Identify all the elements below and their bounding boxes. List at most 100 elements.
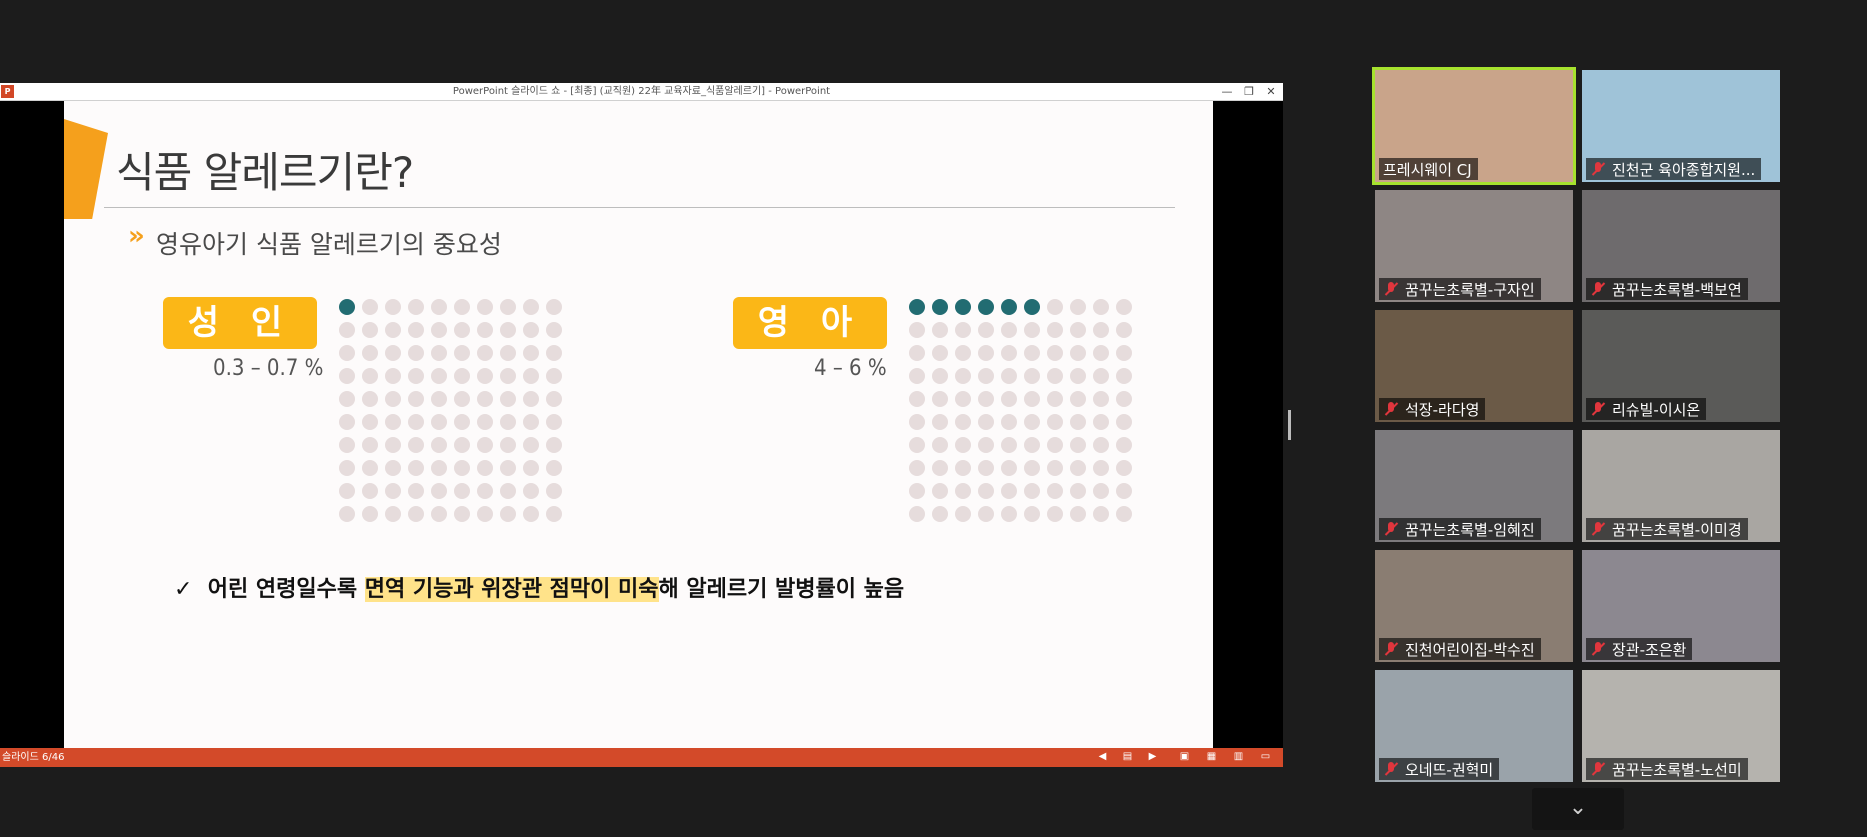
empty-dot bbox=[454, 506, 470, 522]
empty-dot bbox=[1116, 506, 1132, 522]
normal-view-icon[interactable]: ▣ bbox=[1178, 751, 1191, 763]
empty-dot bbox=[362, 345, 378, 361]
empty-dot bbox=[1070, 345, 1086, 361]
empty-dot bbox=[523, 437, 539, 453]
participant-name: 꿈꾸는초록별-임혜진 bbox=[1405, 520, 1535, 539]
empty-dot bbox=[546, 368, 562, 384]
empty-dot bbox=[431, 299, 447, 315]
empty-dot bbox=[1024, 460, 1040, 476]
empty-dot bbox=[362, 368, 378, 384]
empty-dot bbox=[909, 483, 925, 499]
filled-dot bbox=[932, 299, 948, 315]
empty-dot bbox=[955, 414, 971, 430]
participant-tile[interactable]: 꿈꾸는초록별-백보연 bbox=[1582, 190, 1780, 302]
empty-dot bbox=[477, 483, 493, 499]
empty-dot bbox=[385, 391, 401, 407]
participant-tile[interactable]: 꿈꾸는초록별-임혜진 bbox=[1375, 430, 1573, 542]
muted-mic-icon bbox=[1383, 401, 1399, 417]
empty-dot bbox=[932, 368, 948, 384]
muted-mic-icon bbox=[1383, 761, 1399, 777]
participant-tile[interactable]: 진천어린이집-박수진 bbox=[1375, 550, 1573, 662]
empty-dot bbox=[523, 506, 539, 522]
participant-tile[interactable]: 리슈빌-이시온 bbox=[1582, 310, 1780, 422]
empty-dot bbox=[978, 391, 994, 407]
participant-tile[interactable]: 꿈꾸는초록별-이미경 bbox=[1582, 430, 1780, 542]
empty-dot bbox=[431, 391, 447, 407]
empty-dot bbox=[909, 345, 925, 361]
minimize-button[interactable]: — bbox=[1216, 83, 1238, 100]
empty-dot bbox=[523, 483, 539, 499]
powerpoint-window: P PowerPoint 슬라이드 쇼 - [최종] (교직원) 22年 교육자… bbox=[0, 83, 1283, 767]
infant-dot-grid bbox=[909, 299, 1145, 522]
participant-tile[interactable]: 석장-라다영 bbox=[1375, 310, 1573, 422]
participant-tile[interactable]: 장관-조은환 bbox=[1582, 550, 1780, 662]
empty-dot bbox=[362, 414, 378, 430]
empty-dot bbox=[523, 460, 539, 476]
empty-dot bbox=[1047, 299, 1063, 315]
slide-menu-icon[interactable]: ▤ bbox=[1121, 751, 1134, 763]
more-participants-button[interactable]: ⌄ bbox=[1532, 788, 1624, 830]
empty-dot bbox=[523, 345, 539, 361]
empty-dot bbox=[1116, 299, 1132, 315]
reading-view-icon[interactable]: ▥ bbox=[1232, 751, 1245, 763]
empty-dot bbox=[477, 460, 493, 476]
participant-name-bar: 꿈꾸는초록별-임혜진 bbox=[1379, 518, 1541, 540]
split-handle[interactable] bbox=[1288, 410, 1291, 440]
empty-dot bbox=[1047, 414, 1063, 430]
empty-dot bbox=[1024, 322, 1040, 338]
participant-tile[interactable]: 오네뜨-권혁미 bbox=[1375, 670, 1573, 782]
close-button[interactable]: ✕ bbox=[1260, 83, 1282, 100]
next-slide-icon[interactable]: ▶ bbox=[1146, 751, 1159, 763]
slideshow-icon[interactable]: ▭ bbox=[1259, 751, 1272, 763]
empty-dot bbox=[431, 437, 447, 453]
empty-dot bbox=[546, 299, 562, 315]
empty-dot bbox=[1070, 391, 1086, 407]
muted-mic-icon bbox=[1383, 521, 1399, 537]
empty-dot bbox=[339, 322, 355, 338]
empty-dot bbox=[408, 391, 424, 407]
empty-dot bbox=[1116, 483, 1132, 499]
empty-dot bbox=[909, 437, 925, 453]
empty-dot bbox=[932, 345, 948, 361]
empty-dot bbox=[1116, 345, 1132, 361]
filled-dot bbox=[909, 299, 925, 315]
empty-dot bbox=[1093, 460, 1109, 476]
empty-dot bbox=[546, 414, 562, 430]
empty-dot bbox=[1070, 460, 1086, 476]
empty-dot bbox=[978, 483, 994, 499]
empty-dot bbox=[431, 460, 447, 476]
title-divider bbox=[104, 207, 1175, 208]
participant-name: 장관-조은환 bbox=[1612, 640, 1687, 659]
empty-dot bbox=[408, 437, 424, 453]
slide[interactable]: 식품 알레르기란? » 영유아기 식품 알레르기의 중요성 성 인 0.3 – … bbox=[64, 101, 1213, 748]
empty-dot bbox=[1093, 414, 1109, 430]
slide-sorter-icon[interactable]: ▦ bbox=[1205, 751, 1218, 763]
restore-button[interactable]: ❐ bbox=[1238, 83, 1260, 100]
empty-dot bbox=[978, 414, 994, 430]
previous-slide-icon[interactable]: ◀ bbox=[1096, 751, 1109, 763]
muted-mic-icon bbox=[1383, 281, 1399, 297]
empty-dot bbox=[1070, 322, 1086, 338]
participant-tile[interactable]: 프레시웨이 CJ bbox=[1372, 67, 1576, 185]
empty-dot bbox=[500, 345, 516, 361]
participant-name-bar: 꿈꾸는초록별-이미경 bbox=[1586, 518, 1748, 540]
empty-dot bbox=[955, 322, 971, 338]
participant-tile[interactable]: 진천군 육아종합지원... bbox=[1582, 70, 1780, 182]
empty-dot bbox=[362, 391, 378, 407]
check-icon: ✓ bbox=[174, 577, 193, 602]
empty-dot bbox=[1001, 460, 1017, 476]
participant-tile[interactable]: 꿈꾸는초록별-구자인 bbox=[1375, 190, 1573, 302]
empty-dot bbox=[1093, 506, 1109, 522]
statement-text-post: 해 알레르기 발병률이 높음 bbox=[658, 577, 905, 602]
empty-dot bbox=[477, 414, 493, 430]
key-statement: ✓ 어린 연령일수록 면역 기능과 위장관 점막이 미숙해 알레르기 발병률이 … bbox=[174, 571, 904, 603]
empty-dot bbox=[546, 506, 562, 522]
empty-dot bbox=[454, 414, 470, 430]
empty-dot bbox=[1047, 437, 1063, 453]
empty-dot bbox=[1047, 506, 1063, 522]
empty-dot bbox=[362, 299, 378, 315]
participant-tile[interactable]: 꿈꾸는초록별-노선미 bbox=[1582, 670, 1780, 782]
empty-dot bbox=[1116, 414, 1132, 430]
empty-dot bbox=[362, 322, 378, 338]
empty-dot bbox=[1093, 368, 1109, 384]
